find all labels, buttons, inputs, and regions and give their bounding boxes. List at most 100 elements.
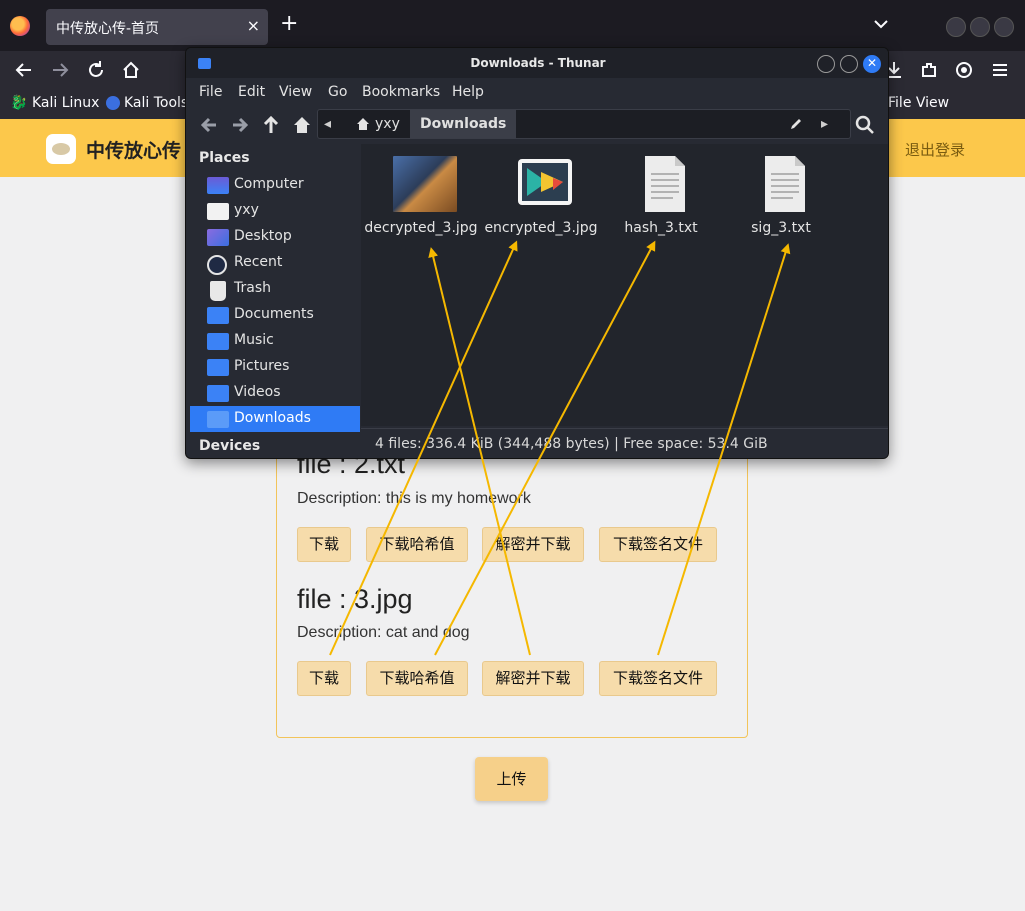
place-label: Documents [234, 306, 314, 322]
places-header: Places [199, 150, 250, 166]
site-logo [46, 134, 76, 164]
place-computer[interactable]: Computer [190, 172, 360, 198]
devices-header: Devices [199, 438, 261, 454]
tab-close-icon[interactable]: × [247, 16, 260, 35]
thunar-maximize-button[interactable] [840, 55, 858, 73]
thunar-sidebar: Places Computer yxy Desktop Recent Trash [190, 144, 360, 458]
bookmark-file-view[interactable]: File View [888, 95, 949, 111]
close-window-button[interactable] [994, 17, 1014, 37]
maximize-window-button[interactable] [970, 17, 990, 37]
browser-tab-active[interactable]: 中传放心传-首页 × [46, 9, 268, 45]
menu-view[interactable]: View [279, 84, 312, 100]
bookmark-kali-tools[interactable]: Kali Tools [124, 95, 188, 111]
menu-file[interactable]: File [199, 84, 222, 100]
place-trash[interactable]: Trash [190, 276, 360, 302]
thunar-minimize-button[interactable] [817, 55, 835, 73]
forward-arrow-icon[interactable] [229, 114, 251, 136]
file-item[interactable]: hash_3.txt [601, 156, 721, 246]
place-label: Trash [234, 280, 271, 296]
status-bar: 4 files: 336.4 KiB (344,488 bytes) | Fre… [361, 428, 888, 458]
place-label: yxy [234, 202, 259, 218]
thunar-titlebar[interactable]: Downloads - Thunar ✕ [186, 48, 888, 78]
search-icon[interactable] [854, 114, 876, 136]
file-item[interactable]: encrypted_3.jpg [481, 156, 601, 246]
forward-arrow-icon[interactable] [49, 59, 71, 81]
text-file-icon [765, 156, 805, 212]
home-icon [357, 118, 369, 130]
videos-folder-icon [207, 385, 229, 402]
menu-edit[interactable]: Edit [238, 84, 265, 100]
home-icon[interactable] [120, 59, 142, 81]
download-hash-button[interactable]: 下载哈希值 [366, 661, 468, 696]
edit-location-pencil-icon[interactable] [789, 117, 803, 131]
home-folder-icon [207, 203, 229, 220]
pictures-folder-icon [207, 359, 229, 376]
file-name: decrypted_3.jpg [364, 220, 478, 236]
kali-tools-icon [106, 96, 120, 110]
file-view: decrypted_3.jpg encrypted_3.jpg hash_3.t… [361, 144, 888, 426]
place-pictures[interactable]: Pictures [190, 354, 360, 380]
decrypt-download-button[interactable]: 解密并下载 [482, 661, 584, 696]
place-label: Music [234, 332, 274, 348]
thunar-window-title: Downloads - Thunar [470, 56, 606, 70]
path-bar: ◂ yxy Downloads ▸ [317, 109, 851, 139]
account-icon[interactable] [953, 59, 975, 81]
bookmark-kali-linux[interactable]: Kali Linux [32, 95, 99, 111]
reload-icon[interactable] [85, 59, 107, 81]
logout-link[interactable]: 退出登录 [905, 139, 965, 160]
file-item[interactable]: sig_3.txt [721, 156, 841, 246]
upload-button[interactable]: 上传 [475, 757, 548, 801]
place-downloads[interactable]: Downloads [190, 406, 360, 432]
thunar-toolbar: ◂ yxy Downloads ▸ [186, 106, 888, 144]
download-button[interactable]: 下载 [297, 527, 351, 562]
place-desktop[interactable]: Desktop [190, 224, 360, 250]
hamburger-menu-icon[interactable] [989, 59, 1011, 81]
download-signature-button[interactable]: 下载签名文件 [599, 661, 717, 696]
firefox-logo-icon [10, 16, 30, 36]
path-crumb-home[interactable]: yxy [375, 110, 400, 138]
place-videos[interactable]: Videos [190, 380, 360, 406]
up-arrow-icon[interactable] [260, 114, 282, 136]
text-file-icon [645, 156, 685, 212]
file-name: encrypted_3.jpg [484, 220, 598, 236]
file-list-card: file : 2.txt Description: this is my hom… [276, 420, 748, 738]
documents-folder-icon [207, 307, 229, 324]
file-item[interactable]: decrypted_3.jpg [361, 156, 481, 246]
download-button[interactable]: 下载 [297, 661, 351, 696]
path-left-arrow-icon[interactable]: ◂ [324, 110, 331, 138]
image-thumbnail-icon [393, 156, 457, 212]
desktop-icon [207, 229, 229, 246]
place-home[interactable]: yxy [190, 198, 360, 224]
tab-title: 中传放心传-首页 [56, 21, 160, 37]
extensions-icon[interactable] [918, 59, 940, 81]
place-label: Recent [234, 254, 283, 270]
minimize-window-button[interactable] [946, 17, 966, 37]
thunar-window: Downloads - Thunar ✕ File Edit View Go B… [185, 47, 889, 459]
home-icon[interactable] [291, 114, 313, 136]
new-tab-button[interactable]: + [280, 13, 298, 35]
menu-help[interactable]: Help [452, 84, 484, 100]
place-recent[interactable]: Recent [190, 250, 360, 276]
path-right-arrow-icon[interactable]: ▸ [821, 110, 828, 138]
file-name: sig_3.txt [751, 220, 811, 236]
back-arrow-icon[interactable] [13, 59, 35, 81]
download-signature-button[interactable]: 下载签名文件 [599, 527, 717, 562]
status-text: 4 files: 336.4 KiB (344,488 bytes) | Fre… [375, 436, 768, 452]
back-arrow-icon[interactable] [198, 114, 220, 136]
place-music[interactable]: Music [190, 328, 360, 354]
place-label: Computer [234, 176, 304, 192]
recent-icon [207, 255, 227, 275]
thunar-close-icon[interactable]: ✕ [863, 55, 881, 73]
menu-bookmarks[interactable]: Bookmarks [362, 84, 440, 100]
browser-tab-bar: 中传放心传-首页 × + [0, 0, 1025, 51]
file-description: Description: cat and dog [297, 624, 470, 641]
download-hash-button[interactable]: 下载哈希值 [366, 527, 468, 562]
thunar-menubar: File Edit View Go Bookmarks Help [186, 78, 888, 106]
place-label: Videos [234, 384, 281, 400]
decrypt-download-button[interactable]: 解密并下载 [482, 527, 584, 562]
place-label: Downloads [234, 410, 311, 426]
place-documents[interactable]: Documents [190, 302, 360, 328]
menu-go[interactable]: Go [328, 84, 347, 100]
list-all-tabs-icon[interactable] [872, 15, 890, 33]
path-crumb-current[interactable]: Downloads [410, 110, 517, 138]
